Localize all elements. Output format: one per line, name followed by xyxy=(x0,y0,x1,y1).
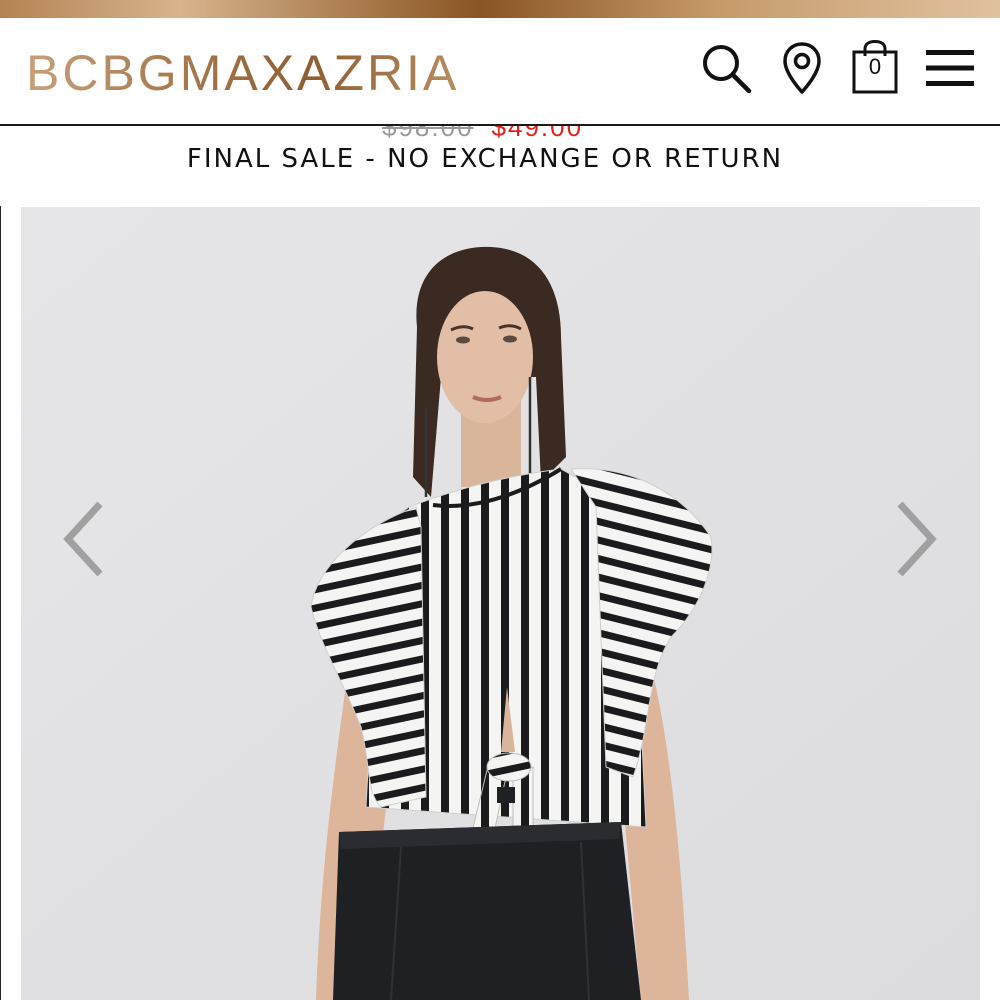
final-sale-notice: FINAL SALE - NO EXCHANGE OR RETURN xyxy=(186,144,784,174)
gallery-next-button[interactable] xyxy=(891,499,941,579)
product-info-strip: $98.00 $49.00 FINAL SALE - NO EXCHANGE OR… xyxy=(0,126,1000,206)
chevron-left-icon xyxy=(63,501,103,577)
product-photo xyxy=(21,207,980,1000)
menu-icon xyxy=(926,50,974,86)
sale-price: $49.00 xyxy=(491,126,584,142)
shopping-bag-button[interactable]: 0 xyxy=(852,40,898,96)
page-edge xyxy=(0,126,1,1000)
cart-count-badge: 0 xyxy=(868,54,882,79)
product-image-gallery[interactable] xyxy=(21,207,980,1000)
site-header: BCBGMAXAZRIA 0 xyxy=(0,18,1000,126)
chevron-right-icon xyxy=(897,501,937,577)
promo-gradient-bar xyxy=(0,0,1000,18)
store-locator-button[interactable] xyxy=(780,40,824,96)
search-button[interactable] xyxy=(698,40,754,96)
location-pin-icon xyxy=(783,42,821,94)
brand-logo[interactable]: BCBGMAXAZRIA xyxy=(26,44,459,102)
original-price: $98.00 xyxy=(382,126,474,142)
search-icon xyxy=(703,45,752,94)
gallery-prev-button[interactable] xyxy=(59,499,109,579)
menu-button[interactable] xyxy=(926,40,974,96)
price-line: $98.00 $49.00 xyxy=(382,126,583,143)
